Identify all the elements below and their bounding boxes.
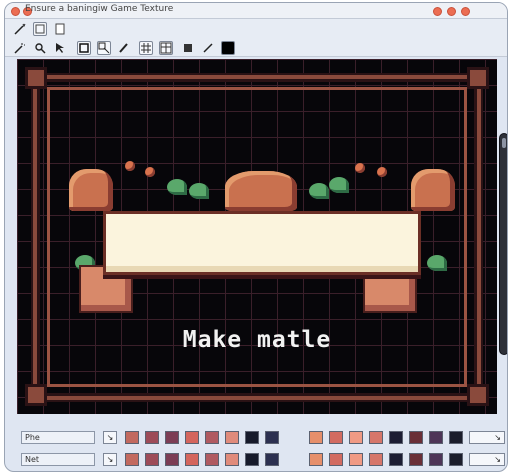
- corner-ornament-top-left: [25, 67, 47, 89]
- palette-swatch-row1-left-8[interactable]: [265, 431, 279, 444]
- square-tool-icon[interactable]: [77, 41, 91, 55]
- palette-swatch-row1-right-7[interactable]: [429, 431, 443, 444]
- palette-swatch-row1-right-6[interactable]: [409, 431, 423, 444]
- center-bush: [225, 171, 297, 211]
- window-control-dot-3[interactable]: [461, 7, 470, 16]
- palette-swatch-row2-right-3[interactable]: [349, 453, 363, 466]
- palette-swatch-row1-left-5[interactable]: [205, 431, 219, 444]
- palette-swatch-row1-left-4[interactable]: [185, 431, 199, 444]
- ribbon-banner: [103, 211, 421, 275]
- flower-4: [377, 167, 387, 177]
- palette-swatch-row2-left-2[interactable]: [145, 453, 159, 466]
- palette-swatch-row2-right-4[interactable]: [369, 453, 383, 466]
- palette-swatch-row1-left-3[interactable]: [165, 431, 179, 444]
- palette-swatch-row2-left-1[interactable]: [125, 453, 139, 466]
- palette-swatch-row2-right-2[interactable]: [329, 453, 343, 466]
- leaf-4: [167, 179, 187, 195]
- grid-icon[interactable]: [139, 41, 153, 55]
- palette-swatch-row1-right-8[interactable]: [449, 431, 463, 444]
- palette-swatch-row2-right-5[interactable]: [389, 453, 403, 466]
- leaf-2: [309, 183, 329, 199]
- palette-swatch-row2-right-7[interactable]: [429, 453, 443, 466]
- layers-icon[interactable]: [181, 41, 195, 55]
- corner-ornament-bottom-left: [25, 384, 47, 406]
- row1-label-field[interactable]: Phe: [21, 431, 95, 444]
- palette-swatch-row1-right-3[interactable]: [349, 431, 363, 444]
- row1-arrow-button[interactable]: ↘: [103, 431, 117, 444]
- page-icon[interactable]: [53, 22, 67, 36]
- wand-icon[interactable]: [13, 22, 27, 36]
- corner-ornament-bottom-right: [467, 384, 489, 406]
- pen-tool-handle[interactable]: [499, 133, 507, 355]
- color-swatch-icon[interactable]: [221, 41, 235, 55]
- right-bush: [411, 169, 455, 211]
- palette-swatch-row1-left-1[interactable]: [125, 431, 139, 444]
- flower-3: [355, 163, 365, 173]
- palette-swatch-row2-left-7[interactable]: [245, 453, 259, 466]
- row2-arrow-button[interactable]: ↘: [103, 453, 117, 466]
- toolbar: [5, 19, 507, 57]
- table-icon[interactable]: [159, 41, 173, 55]
- editor-window: Ensure a baningiw Game Texture Make matl…: [4, 2, 508, 472]
- palette-swatch-row1-left-2[interactable]: [145, 431, 159, 444]
- palette-swatch-row2-left-4[interactable]: [185, 453, 199, 466]
- palette-swatch-row1-right-4[interactable]: [369, 431, 383, 444]
- palette-swatch-row2-left-6[interactable]: [225, 453, 239, 466]
- palette-swatch-row2-left-3[interactable]: [165, 453, 179, 466]
- palette-swatch-row1-right-1[interactable]: [309, 431, 323, 444]
- pixel-canvas[interactable]: Make matle: [17, 59, 497, 414]
- palette-swatch-row2-right-1[interactable]: [309, 453, 323, 466]
- row2-end-button[interactable]: ↘: [469, 453, 505, 466]
- title-bar: Ensure a baningiw Game Texture: [5, 3, 507, 19]
- line-icon[interactable]: [201, 41, 215, 55]
- palette-swatch-row2-left-8[interactable]: [265, 453, 279, 466]
- corner-ornament-top-right: [467, 67, 489, 89]
- flower-1: [125, 161, 135, 171]
- transform-icon[interactable]: [97, 41, 111, 55]
- select-icon[interactable]: [53, 41, 67, 55]
- palette-swatch-row2-right-8[interactable]: [449, 453, 463, 466]
- leaf-6: [427, 255, 447, 271]
- close-dot[interactable]: [11, 7, 20, 16]
- row1-end-button[interactable]: ↘: [469, 431, 505, 444]
- brush-icon[interactable]: [117, 41, 131, 55]
- canvas-caption: Make matle: [182, 327, 332, 353]
- leaf-3: [329, 177, 349, 193]
- palette-swatch-row1-left-6[interactable]: [225, 431, 239, 444]
- leaf-1: [189, 183, 209, 199]
- magic-wand-icon[interactable]: [13, 41, 27, 55]
- left-bush: [69, 169, 113, 211]
- palette-swatch-row1-right-2[interactable]: [329, 431, 343, 444]
- window-control-dot-2[interactable]: [447, 7, 456, 16]
- row2-label-field[interactable]: Net: [21, 453, 95, 466]
- window-control-dot-1[interactable]: [433, 7, 442, 16]
- app-icon[interactable]: [33, 22, 47, 36]
- palette-swatch-row1-right-5[interactable]: [389, 431, 403, 444]
- palette-swatch-row2-left-5[interactable]: [205, 453, 219, 466]
- palette-swatch-row2-right-6[interactable]: [409, 453, 423, 466]
- flower-2: [145, 167, 155, 177]
- palette-swatch-row1-left-7[interactable]: [245, 431, 259, 444]
- zoom-icon[interactable]: [33, 41, 47, 55]
- window-title: Ensure a baningiw Game Texture: [25, 4, 174, 14]
